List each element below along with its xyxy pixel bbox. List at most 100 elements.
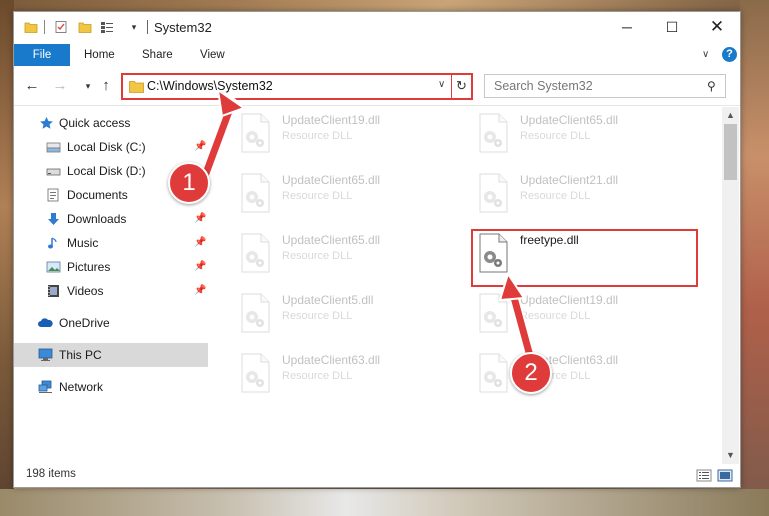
documents-icon <box>47 188 59 202</box>
expand-ribbon-icon[interactable]: ∨ <box>702 48 714 62</box>
file-item[interactable]: UpdateClient65.dll Resource DLL <box>457 107 687 157</box>
sidebar-item-label: Local Disk (C:) <box>67 140 146 154</box>
sidebar-item-downloads[interactable]: Downloads 📌 <box>14 207 208 231</box>
item-count: 198 items <box>26 468 76 480</box>
sidebar-item-label: Music <box>67 236 99 250</box>
download-icon <box>48 213 59 225</box>
file-name: UpdateClient5.dll <box>282 293 374 307</box>
dll-file-icon <box>241 353 270 393</box>
pin-icon: 📌 <box>194 237 207 248</box>
file-type: Resource DLL <box>520 130 591 142</box>
customize-toolbar-dropdown-icon[interactable]: ▾ <box>128 21 140 33</box>
sidebar-item-videos[interactable]: Videos 📌 <box>14 279 208 303</box>
view-options-icon[interactable] <box>100 20 114 34</box>
pin-icon: 📌 <box>194 141 207 152</box>
videos-icon <box>48 285 59 297</box>
tab-view[interactable]: View <box>200 44 225 66</box>
address-divider <box>451 75 452 98</box>
address-dropdown-icon[interactable]: ∨ <box>438 79 445 90</box>
star-icon <box>40 117 53 129</box>
scroll-thumb[interactable] <box>724 124 737 180</box>
address-bar[interactable]: C:\Windows\System32 ∨ ↻ <box>121 73 473 100</box>
file-item[interactable]: UpdateClient65.dll Resource DLL <box>219 227 449 277</box>
dll-file-icon <box>241 293 270 333</box>
file-name: UpdateClient65.dll <box>520 113 619 127</box>
sidebar-item-onedrive[interactable]: OneDrive <box>14 311 208 335</box>
computer-icon <box>38 348 53 361</box>
sidebar-item-label: Videos <box>67 284 104 298</box>
pictures-icon <box>46 261 61 273</box>
large-icons-view-icon[interactable] <box>717 469 733 482</box>
search-input[interactable]: Search System32 ⚲ <box>484 74 726 98</box>
sidebar-item-network[interactable]: Network <box>14 375 208 399</box>
back-button[interactable]: ← <box>24 77 40 95</box>
file-name: UpdateClient19.dll <box>520 293 619 307</box>
scroll-up-icon[interactable]: ▲ <box>722 107 739 124</box>
dll-file-icon <box>241 113 270 153</box>
folder-icon <box>129 81 144 93</box>
ribbon-tabs: File Home Share View ∨ ? <box>14 44 740 66</box>
network-icon <box>38 380 52 393</box>
sidebar-item-music[interactable]: Music 📌 <box>14 231 208 255</box>
window-title: System32 <box>154 20 212 35</box>
sidebar-item-label: Quick access <box>59 116 131 130</box>
dll-file-icon <box>479 293 508 333</box>
maximize-button[interactable]: ☐ <box>649 12 695 42</box>
desktop-wallpaper-right <box>740 0 769 516</box>
navigation-bar: ← → ▾ ↑ C:\Windows\System32 ∨ ↻ Search S… <box>14 66 740 106</box>
sidebar-item-label: Pictures <box>67 260 111 274</box>
file-type: Resource DLL <box>282 370 353 382</box>
sidebar-item-pictures[interactable]: Pictures 📌 <box>14 255 208 279</box>
properties-icon[interactable] <box>54 20 68 34</box>
navigation-pane: Quick access Local Disk (C:) 📌 Local Dis… <box>14 107 208 464</box>
search-icon[interactable]: ⚲ <box>707 79 716 93</box>
pin-icon: 📌 <box>194 285 207 296</box>
sidebar-item-this-pc[interactable]: This PC <box>14 343 208 367</box>
file-name: UpdateClient65.dll <box>282 233 381 247</box>
tab-file[interactable]: File <box>14 44 70 66</box>
dll-file-icon <box>479 113 508 153</box>
file-item[interactable]: UpdateClient63.dll Resource DLL <box>219 347 449 397</box>
file-item[interactable]: UpdateClient21.dll Resource DLL <box>457 167 687 217</box>
sidebar-item-label: OneDrive <box>59 316 110 330</box>
minimize-button[interactable]: ─ <box>604 12 650 42</box>
cloud-icon <box>38 318 53 327</box>
tab-share[interactable]: Share <box>142 44 173 66</box>
title-separator <box>147 20 148 34</box>
folder-icon[interactable] <box>24 20 38 34</box>
forward-button[interactable]: → <box>52 77 68 95</box>
vertical-scrollbar[interactable]: ▲ ▼ <box>722 107 739 464</box>
scroll-down-icon[interactable]: ▼ <box>722 447 739 464</box>
refresh-icon[interactable]: ↻ <box>456 78 467 94</box>
dll-file-icon <box>241 233 270 273</box>
status-bar: 198 items <box>14 464 740 487</box>
file-explorer-window: ▾ System32 ─ ☐ ✕ File Home Share View ∨ … <box>13 11 741 488</box>
title-bar: ▾ System32 ─ ☐ ✕ <box>14 12 740 44</box>
sidebar-item-label: Downloads <box>67 212 127 226</box>
sidebar-item-local-disk-c[interactable]: Local Disk (C:) 📌 <box>14 135 208 159</box>
drive-icon <box>46 168 61 176</box>
file-type: Resource DLL <box>520 310 591 322</box>
file-item[interactable]: UpdateClient5.dll Resource DLL <box>219 287 449 337</box>
address-path[interactable]: C:\Windows\System32 <box>147 79 273 93</box>
file-item[interactable]: UpdateClient19.dll Resource DLL <box>219 107 449 157</box>
file-type: Resource DLL <box>282 130 353 142</box>
details-view-icon[interactable] <box>696 469 712 482</box>
help-icon[interactable]: ? <box>722 47 737 62</box>
file-item[interactable]: UpdateClient63.dll Resource DLL <box>457 347 687 397</box>
recent-locations-icon[interactable]: ▾ <box>80 77 96 95</box>
dll-file-icon <box>241 173 270 213</box>
close-button[interactable]: ✕ <box>694 12 740 42</box>
file-type: Resource DLL <box>282 310 353 322</box>
desktop-wallpaper-left <box>0 0 14 516</box>
file-item[interactable]: UpdateClient65.dll Resource DLL <box>219 167 449 217</box>
sidebar-item-label: This PC <box>59 348 102 362</box>
sidebar-item-quick-access[interactable]: Quick access <box>14 111 208 135</box>
tab-home[interactable]: Home <box>84 44 115 66</box>
search-placeholder[interactable]: Search System32 <box>494 79 593 93</box>
file-name: UpdateClient21.dll <box>520 173 619 187</box>
up-button[interactable]: ↑ <box>98 77 114 95</box>
file-highlight-box <box>471 229 698 287</box>
file-item[interactable]: UpdateClient19.dll Resource DLL <box>457 287 687 337</box>
new-folder-icon[interactable] <box>78 20 92 34</box>
